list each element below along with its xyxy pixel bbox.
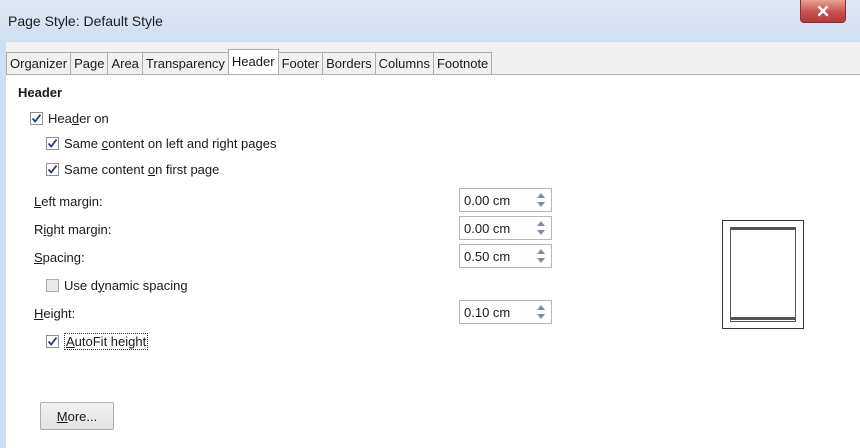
tab-page[interactable]: Page <box>70 52 109 74</box>
tab-footnote[interactable]: Footnote <box>432 52 493 74</box>
close-button[interactable] <box>800 0 846 23</box>
header-on-label: Header on <box>48 110 109 126</box>
same-content-left-right-label: Same content on left and right pages <box>64 135 277 151</box>
checkmark-icon <box>47 138 58 148</box>
height-value: 0.10 cm <box>464 305 511 320</box>
right-margin-label: Right margin: <box>34 222 112 237</box>
same-content-left-right-checkbox[interactable]: Same content on left and right pages <box>46 134 276 152</box>
tab-borders[interactable]: Borders <box>322 52 376 74</box>
tab-organizer[interactable]: Organizer <box>6 52 72 74</box>
triangle-down-icon <box>537 258 545 263</box>
page-preview <box>722 220 804 329</box>
checkmark-icon <box>47 336 58 346</box>
tab-header[interactable]: Header <box>227 49 279 74</box>
section-title: Header <box>18 85 63 100</box>
spin-down-button[interactable] <box>533 256 549 265</box>
checkbox-box <box>46 136 59 150</box>
left-margin-field[interactable]: 0.00 cm <box>459 188 552 212</box>
tab-bar: Organizer Page Area Transparency Header … <box>6 49 493 76</box>
spin-down-button[interactable] <box>533 312 549 321</box>
triangle-up-icon <box>537 193 545 198</box>
autofit-height-checkbox[interactable]: AutoFit height <box>46 332 149 350</box>
right-margin-field[interactable]: 0.00 cm <box>459 216 552 240</box>
more-button[interactable]: More... <box>40 402 114 430</box>
preview-page-body <box>730 230 796 318</box>
dialog-body: Organizer Page Area Transparency Header … <box>6 42 860 448</box>
window-title: Page Style: Default Style <box>8 13 163 29</box>
left-margin-label: Left margin: <box>34 194 103 209</box>
left-margin-spinner <box>533 191 549 209</box>
right-margin-value: 0.00 cm <box>464 221 511 236</box>
header-tab-panel: Header Header on Same content on left an… <box>6 75 860 448</box>
spin-up-button[interactable] <box>533 247 549 256</box>
spacing-label: Spacing: <box>34 250 85 265</box>
spin-down-button[interactable] <box>533 228 549 237</box>
tab-area[interactable]: Area <box>107 52 143 74</box>
spin-up-button[interactable] <box>533 191 549 200</box>
triangle-up-icon <box>537 305 545 310</box>
height-label: Height: <box>34 306 76 321</box>
autofit-height-label: AutoFit height <box>64 332 149 350</box>
checkbox-box <box>46 334 59 348</box>
header-on-checkbox[interactable]: Header on <box>30 109 109 127</box>
tab-columns[interactable]: Columns <box>374 52 434 74</box>
dynamic-spacing-label: Use dynamic spacing <box>64 277 188 293</box>
left-margin-value: 0.00 cm <box>464 193 511 208</box>
checkmark-icon <box>31 113 42 123</box>
triangle-up-icon <box>537 249 545 254</box>
checkbox-box <box>46 162 59 176</box>
dialog-window: Page Style: Default Style Organizer Page… <box>0 0 860 448</box>
same-content-first-page-checkbox[interactable]: Same content on first page <box>46 160 219 178</box>
title-bar: Page Style: Default Style <box>0 0 860 43</box>
tab-transparency[interactable]: Transparency <box>141 52 229 74</box>
right-margin-spinner <box>533 219 549 237</box>
spacing-value: 0.50 cm <box>464 249 511 264</box>
same-content-first-page-label: Same content on first page <box>64 161 220 177</box>
height-field[interactable]: 0.10 cm <box>459 300 552 324</box>
checkmark-icon <box>47 164 58 174</box>
dynamic-spacing-checkbox[interactable]: Use dynamic spacing <box>46 276 188 294</box>
tab-footer[interactable]: Footer <box>277 52 324 74</box>
spacing-spinner <box>533 247 549 265</box>
spin-up-button[interactable] <box>533 303 549 312</box>
preview-footer-area <box>730 318 796 322</box>
triangle-up-icon <box>537 221 545 226</box>
spin-up-button[interactable] <box>533 219 549 228</box>
spacing-field[interactable]: 0.50 cm <box>459 244 552 268</box>
spin-down-button[interactable] <box>533 200 549 209</box>
close-icon <box>817 5 829 17</box>
triangle-down-icon <box>537 230 545 235</box>
triangle-down-icon <box>537 314 545 319</box>
checkbox-box <box>30 111 43 125</box>
checkbox-box <box>46 278 59 292</box>
triangle-down-icon <box>537 202 545 207</box>
height-spinner <box>533 303 549 321</box>
